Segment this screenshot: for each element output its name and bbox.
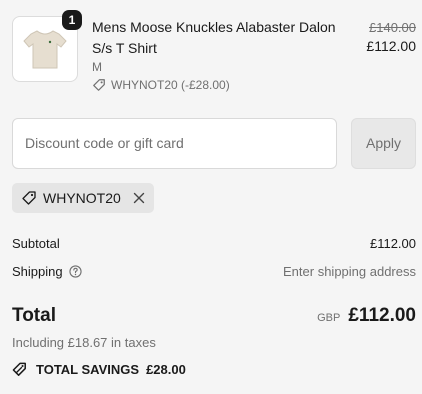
shipping-row: Shipping Enter shipping address <box>12 264 416 279</box>
savings-value: £28.00 <box>146 362 186 377</box>
shipping-label: Shipping <box>12 264 63 279</box>
shipping-value: Enter shipping address <box>283 264 416 279</box>
subtotal-row: Subtotal £112.00 <box>12 236 416 251</box>
total-value: £112.00 <box>348 305 416 326</box>
savings-label: TOTAL SAVINGS <box>36 362 140 377</box>
tag-icon <box>22 191 36 205</box>
original-price: £140.00 <box>369 20 416 35</box>
tag-icon <box>93 79 105 91</box>
tshirt-image <box>23 30 67 69</box>
total-label: Total <box>12 305 56 326</box>
help-icon[interactable] <box>68 265 82 278</box>
subtotal-value: £112.00 <box>369 236 416 251</box>
subtotal-label: Subtotal <box>12 236 60 251</box>
product-name: Mens Moose Knuckles Alabaster Dalon S/s … <box>92 19 336 56</box>
product-variant: M <box>92 60 102 74</box>
currency-code: GBP <box>317 312 341 324</box>
remove-discount-icon[interactable] <box>133 192 145 204</box>
applied-code: WHYNOT20 <box>43 190 121 206</box>
line-discount: WHYNOT20 (-£28.00) <box>92 78 230 92</box>
applied-discount-chip: WHYNOT20 <box>12 183 154 213</box>
taxes-note: Including £18.67 in taxes <box>12 335 156 350</box>
total-savings: TOTAL SAVINGS £28.00 <box>12 361 186 378</box>
tags-icon <box>12 362 26 376</box>
product-price: £112.00 <box>366 38 416 54</box>
quantity-badge: 1 <box>62 10 82 30</box>
line-discount-text: WHYNOT20 (-£28.00) <box>111 78 230 92</box>
total-amount: GBP £112.00 <box>317 305 416 327</box>
apply-button[interactable]: Apply <box>351 118 416 169</box>
discount-code-input[interactable]: Discount code or gift card <box>12 118 337 169</box>
